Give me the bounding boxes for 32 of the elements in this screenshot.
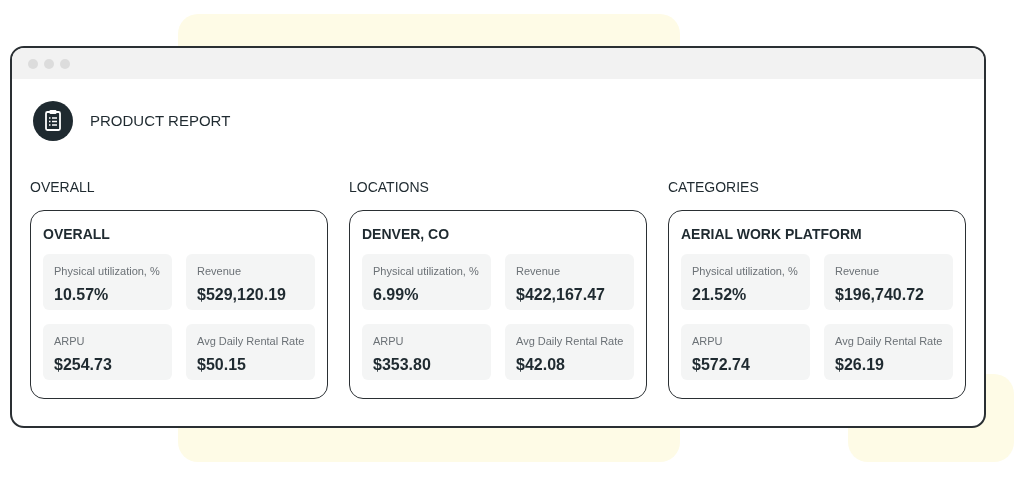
metric-value: $422,167.47	[516, 284, 605, 305]
section-heading: LOCATIONS	[349, 178, 429, 197]
metric-value: 21.52%	[692, 284, 747, 305]
section-heading: OVERALL	[30, 178, 95, 197]
metric-value: $353.80	[373, 354, 431, 375]
metric-label: Revenue	[197, 264, 242, 279]
metric-value: $26.19	[835, 354, 884, 375]
metric-value: 10.57%	[54, 284, 109, 305]
metric-label: Physical utilization, %	[692, 264, 798, 279]
metric-label: Physical utilization, %	[373, 264, 479, 279]
metric-label: ARPU	[373, 334, 404, 349]
metric-label: Avg Daily Rental Rate	[516, 334, 624, 349]
card-title: AERIAL WORK PLATFORM	[681, 225, 862, 242]
metric-value: $50.15	[197, 354, 246, 375]
metric-label: Revenue	[516, 264, 561, 279]
metric-value: $42.08	[516, 354, 565, 375]
card-title: OVERALL	[43, 225, 110, 242]
metric-label: Avg Daily Rental Rate	[835, 334, 943, 349]
metric-value: $572.74	[692, 354, 750, 375]
metric-label: Avg Daily Rental Rate	[197, 334, 305, 349]
metric-label: ARPU	[692, 334, 723, 349]
card-title: DENVER, CO	[362, 225, 450, 242]
metric-value: 6.99%	[373, 284, 419, 305]
metric-value: $254.73	[54, 354, 112, 375]
clipboard-icon	[33, 101, 73, 141]
metric-label: Physical utilization, %	[54, 264, 160, 279]
metric-value: $529,120.19	[197, 284, 286, 305]
section-heading: CATEGORIES	[668, 178, 759, 197]
metric-label: Revenue	[835, 264, 880, 279]
metric-label: ARPU	[54, 334, 85, 349]
report-title: PRODUCT REPORT	[90, 110, 231, 131]
metric-value: $196,740.72	[835, 284, 924, 305]
